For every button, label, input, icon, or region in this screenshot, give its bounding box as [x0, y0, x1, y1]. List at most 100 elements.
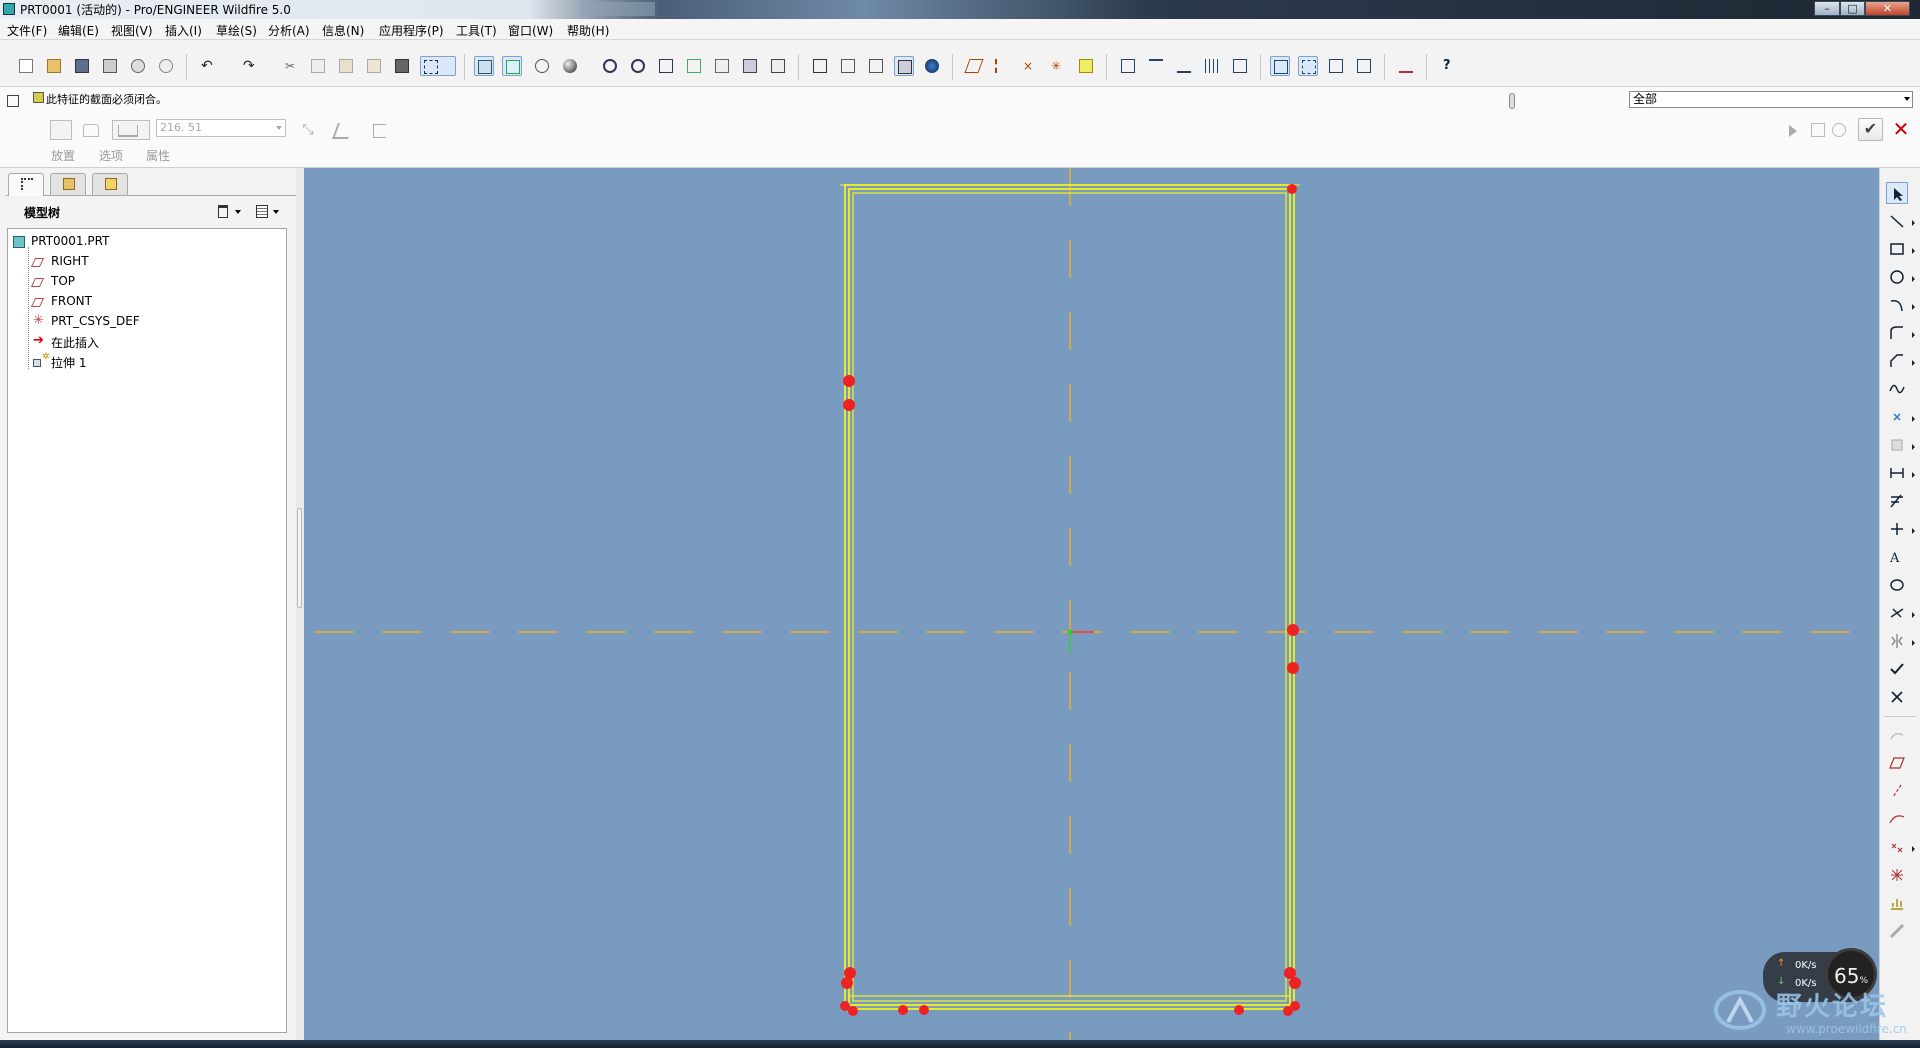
regenerate-button[interactable]	[392, 56, 412, 76]
use-edge-tool-icon[interactable]	[1886, 434, 1908, 456]
fillet-tool-icon[interactable]	[1886, 322, 1908, 344]
menu-info[interactable]: 信息(N)	[322, 22, 364, 39]
arc-tool-icon[interactable]	[1886, 294, 1908, 316]
preview-glasses-icon[interactable]	[1832, 123, 1846, 137]
mirror-tool-chevron-icon[interactable]	[1912, 640, 1915, 646]
dimension-tool-chevron-icon[interactable]	[1912, 472, 1915, 478]
spin-center-button[interactable]	[532, 56, 552, 76]
mirror-tool-icon[interactable]	[1886, 630, 1908, 652]
rectangle-tool-icon[interactable]	[1886, 238, 1908, 260]
hidden-line-button[interactable]	[838, 56, 858, 76]
circle-tool-icon[interactable]	[1886, 266, 1908, 288]
spline-tool-icon[interactable]	[1886, 378, 1908, 400]
menu-edit[interactable]: 编辑(E)	[58, 22, 99, 39]
tree-show-button[interactable]	[254, 204, 280, 220]
line-tool-chevron-icon[interactable]	[1912, 220, 1915, 226]
constraint-display-button[interactable]	[1174, 56, 1194, 76]
reorient-button[interactable]	[684, 56, 704, 76]
sketch-orientation-button[interactable]	[1118, 56, 1138, 76]
context-help-icon[interactable]: ?	[1440, 56, 1460, 76]
line-tool-icon[interactable]	[1886, 210, 1908, 232]
grid-display-button[interactable]	[1202, 56, 1222, 76]
panel-splitter[interactable]	[296, 168, 304, 1040]
shaded-button[interactable]	[894, 56, 914, 76]
verify-checkbox-icon[interactable]	[1811, 123, 1825, 137]
sketch-canvas[interactable]	[304, 168, 1879, 1040]
trim-tool-chevron-icon[interactable]	[1912, 612, 1915, 618]
datum-point-tool-icon[interactable]	[1886, 836, 1908, 858]
selection-filter-select[interactable]: 全部	[1629, 91, 1913, 108]
modify-tool-icon[interactable]	[1886, 490, 1908, 512]
constraint-tool-icon[interactable]	[1886, 518, 1908, 540]
refit-button[interactable]	[656, 56, 676, 76]
menu-help[interactable]: 帮助(H)	[567, 22, 609, 39]
close-button[interactable]: ✕	[1865, 1, 1910, 16]
dimension-tool-icon[interactable]	[1886, 462, 1908, 484]
text-tool-icon[interactable]: A	[1886, 546, 1908, 568]
use-edge-tool-chevron-icon[interactable]	[1912, 444, 1915, 450]
enhanced-realism-button[interactable]	[922, 56, 942, 76]
point-tool-chevron-icon[interactable]	[1912, 416, 1915, 422]
tab-folder-browser[interactable]	[50, 173, 86, 195]
zoom-in-button[interactable]	[600, 56, 620, 76]
datum-point-tool-chevron-icon[interactable]	[1912, 846, 1915, 852]
print-button[interactable]	[100, 56, 120, 76]
cut-button[interactable]: ✂	[282, 56, 302, 76]
thicken-sketch-icon[interactable]	[370, 120, 390, 140]
circle-tool-chevron-icon[interactable]	[1912, 276, 1915, 282]
layers-button[interactable]	[740, 56, 760, 76]
datum-planes-display-button[interactable]	[964, 56, 984, 76]
tab-model-tree[interactable]	[8, 173, 44, 196]
flip-direction-icon[interactable]: ⤡	[298, 120, 318, 140]
redo-button[interactable]: ↷	[240, 56, 260, 76]
apply-feature-button[interactable]: ✔	[1858, 118, 1883, 141]
point-tool-icon[interactable]	[1886, 406, 1908, 428]
outer-profile[interactable]	[844, 184, 1295, 1010]
menu-applications[interactable]: 应用程序(P)	[379, 22, 444, 39]
datum-curve-tool-icon[interactable]	[1886, 808, 1908, 830]
sketcher-display-button[interactable]	[502, 56, 522, 76]
send-email-button[interactable]	[128, 56, 148, 76]
datum-plane-tool-icon[interactable]	[1886, 752, 1908, 774]
selection-filter-button[interactable]	[420, 56, 456, 76]
trim-tool-icon[interactable]	[1886, 602, 1908, 624]
splitter-grip[interactable]	[297, 508, 302, 608]
overlapping-geometry-button[interactable]	[1326, 56, 1346, 76]
wireframe-button[interactable]	[810, 56, 830, 76]
shading-button[interactable]	[560, 56, 580, 76]
depth-option-button[interactable]	[112, 120, 150, 140]
tree-settings-button[interactable]	[216, 204, 242, 220]
datum-axis-tool-icon[interactable]	[1886, 780, 1908, 802]
tab-placement[interactable]: 放置	[51, 147, 75, 164]
email-link-button[interactable]	[156, 56, 176, 76]
select-arrow-icon[interactable]	[1886, 182, 1908, 204]
zoom-out-button[interactable]	[628, 56, 648, 76]
csys-tool-icon[interactable]	[1886, 864, 1908, 886]
quit-sketch-icon[interactable]	[1886, 686, 1908, 708]
graphics-window[interactable]	[304, 168, 1879, 1040]
datum-axes-display-button[interactable]	[992, 56, 1012, 76]
tab-properties[interactable]: 属性	[146, 147, 170, 164]
menu-file[interactable]: 文件(F)	[7, 22, 47, 39]
minimize-button[interactable]: –	[1814, 1, 1840, 16]
highlight-open-ends-button[interactable]	[1298, 56, 1318, 76]
view-manager-button[interactable]	[768, 56, 788, 76]
cancel-feature-button[interactable]: ✕	[1890, 118, 1912, 141]
offset-profile[interactable]	[848, 188, 1291, 1006]
menu-insert[interactable]: 插入(I)	[165, 22, 202, 39]
annotation-display-button[interactable]	[1076, 56, 1096, 76]
undo-button[interactable]: ↶	[198, 56, 218, 76]
menu-window[interactable]: 窗口(W)	[508, 22, 553, 39]
arc-tool-chevron-icon[interactable]	[1912, 304, 1915, 310]
analysis-tool-icon[interactable]	[1886, 892, 1908, 914]
copy-button[interactable]	[308, 56, 328, 76]
paste-button[interactable]	[336, 56, 356, 76]
saved-views-button[interactable]	[712, 56, 732, 76]
tab-options[interactable]: 选项	[99, 147, 123, 164]
maximize-button[interactable]: □	[1840, 1, 1865, 16]
tab-favorites[interactable]	[92, 173, 128, 195]
sketch-tool-icon[interactable]	[1886, 724, 1908, 746]
done-check-icon[interactable]	[1886, 658, 1908, 680]
dimension-display-button[interactable]	[1146, 56, 1166, 76]
depth-value-input[interactable]: 216. 51	[156, 119, 286, 137]
